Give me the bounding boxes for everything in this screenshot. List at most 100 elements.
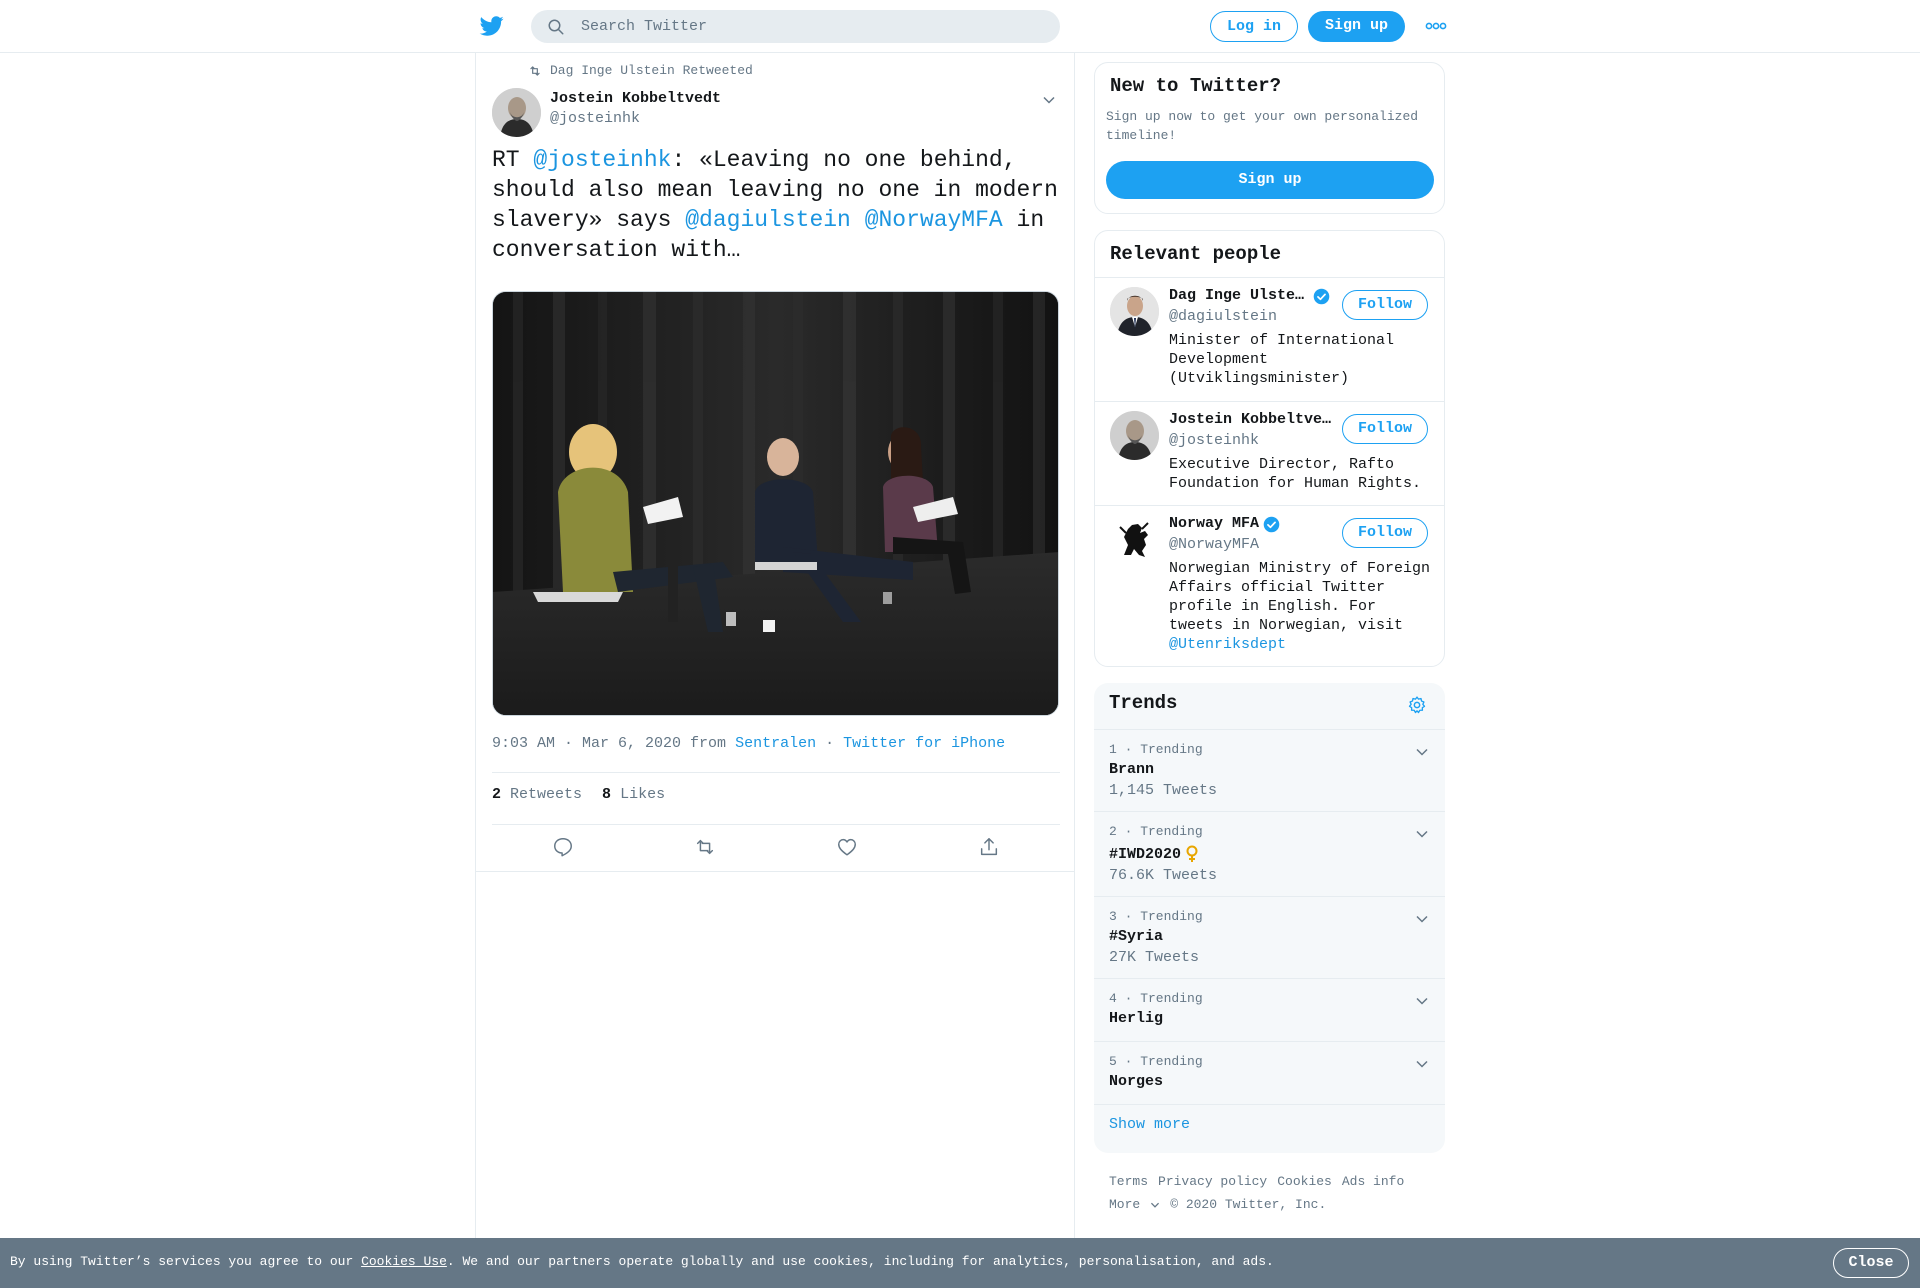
person-handle[interactable]: @NorwayMFA: [1169, 536, 1259, 553]
source-location-link[interactable]: Sentralen: [735, 735, 816, 752]
privacy-link[interactable]: Privacy policy: [1158, 1174, 1267, 1189]
terms-link[interactable]: Terms: [1109, 1174, 1148, 1189]
cookies-link[interactable]: Cookies: [1277, 1174, 1332, 1189]
chevron-down-icon[interactable]: [1042, 93, 1056, 107]
person-name[interactable]: Dag Inge Ulste…: [1169, 287, 1304, 304]
retweet-context[interactable]: Dag Inge Ulstein Retweeted: [528, 63, 753, 78]
retweets-label: Retweets: [510, 786, 583, 803]
login-button[interactable]: Log in: [1210, 11, 1298, 42]
person-handle[interactable]: @dagiulstein: [1169, 308, 1277, 325]
trend-name-text: Brann: [1109, 761, 1155, 778]
source-client-link[interactable]: Twitter for iPhone: [843, 735, 1005, 752]
signup-button[interactable]: Sign up: [1308, 11, 1405, 42]
person-avatar[interactable]: [1110, 515, 1159, 564]
chevron-down-icon[interactable]: [1415, 1057, 1429, 1071]
search-input[interactable]: [581, 10, 1041, 43]
cookie-close-button[interactable]: Close: [1833, 1248, 1909, 1278]
trend-item[interactable]: 1 · Trending Brann 1,145 Tweets: [1094, 729, 1445, 811]
more-menu[interactable]: More: [1109, 1197, 1160, 1212]
chevron-down-icon[interactable]: [1415, 994, 1429, 1008]
trend-name: Norges: [1109, 1073, 1163, 1090]
retweets-stat[interactable]: 2 Retweets: [492, 786, 582, 803]
gear-icon[interactable]: [1407, 695, 1427, 715]
relevant-people-card: Relevant people Dag Inge Ulste… @dagiuls…: [1094, 230, 1445, 667]
retweet-icon[interactable]: [694, 836, 716, 858]
person-avatar-image: [1110, 287, 1159, 336]
trends-title: Trends: [1109, 692, 1178, 714]
main-column: Dag Inge Ulstein Retweeted Jostein Kobbe…: [475, 53, 1075, 1239]
author-avatar-image: [492, 88, 541, 137]
trend-name: #Syria: [1109, 928, 1163, 945]
like-heart-icon[interactable]: [836, 836, 858, 858]
trend-meta: 2 · Trending: [1109, 824, 1203, 839]
trend-name-text: #IWD2020: [1109, 845, 1182, 863]
tweet-text-segment: [851, 207, 865, 233]
trend-item[interactable]: 4 · Trending Herlig: [1094, 978, 1445, 1041]
person-name[interactable]: Norway MFA: [1169, 515, 1259, 532]
verified-badge-icon: [1263, 516, 1280, 533]
author-handle[interactable]: @josteinhk: [550, 110, 640, 127]
person-item[interactable]: Dag Inge Ulste… @dagiulstein Follow Mini…: [1095, 277, 1444, 401]
share-icon[interactable]: [978, 836, 1000, 858]
search-icon: [548, 19, 564, 35]
follow-button[interactable]: Follow: [1342, 290, 1428, 320]
likes-count: 8: [602, 786, 612, 803]
from-label: from: [690, 735, 727, 752]
mention-link[interactable]: @josteinhk: [533, 147, 671, 173]
trend-item[interactable]: 2 · Trending #IWD2020 76.6K Tweets: [1094, 811, 1445, 896]
verified-badge-icon: [1313, 288, 1330, 305]
search-box[interactable]: [531, 10, 1060, 43]
likes-stat[interactable]: 8 Likes: [602, 786, 665, 803]
top-bar: Log in Sign up: [0, 0, 1920, 53]
new-to-twitter-card: New to Twitter? Sign up now to get your …: [1094, 62, 1445, 214]
more-options-icon[interactable]: [1425, 18, 1447, 34]
sidebar-signup-button[interactable]: Sign up: [1106, 161, 1434, 199]
mention-link[interactable]: @dagiulstein: [685, 207, 851, 233]
cookie-text-before: By using Twitter’s services you agree to…: [10, 1254, 362, 1269]
cookies-use-link[interactable]: Cookies Use: [361, 1254, 447, 1269]
reply-icon[interactable]: [552, 836, 574, 858]
trend-item[interactable]: 3 · Trending #Syria 27K Tweets: [1094, 896, 1445, 978]
tweet-timestamp[interactable]: 9:03 AM · Mar 6, 2020: [492, 735, 681, 752]
tweet-photo[interactable]: [492, 291, 1059, 716]
retweeted-by-text: Dag Inge Ulstein Retweeted: [550, 63, 753, 78]
trend-meta: 3 · Trending: [1109, 909, 1203, 924]
ads-info-link[interactable]: Ads info: [1342, 1174, 1404, 1189]
person-item[interactable]: Norway MFA @NorwayMFA Follow Norwegian M…: [1095, 505, 1444, 666]
trend-name: Brann: [1109, 761, 1154, 778]
person-bio: Minister of International Development (U…: [1169, 332, 1395, 387]
trend-count: 27K Tweets: [1109, 949, 1200, 966]
author-avatar[interactable]: [492, 88, 541, 137]
mention-link[interactable]: @NorwayMFA: [865, 207, 1003, 233]
divider: [476, 871, 1074, 872]
new-to-twitter-title: New to Twitter?: [1110, 75, 1282, 97]
trend-name: Herlig: [1109, 1010, 1163, 1027]
female-symbol-icon: [1186, 845, 1198, 862]
tweet-stats: 2 Retweets 8 Likes: [492, 786, 665, 803]
person-handle[interactable]: @josteinhk: [1169, 432, 1259, 449]
copyright-text: © 2020 Twitter, Inc.: [1170, 1197, 1327, 1212]
person-name[interactable]: Jostein Kobbeltve…: [1169, 411, 1331, 428]
trends-card: Trends 1 · Trending Brann 1,145 Tweets 2…: [1094, 683, 1445, 1153]
cookie-consent-bar: By using Twitter’s services you agree to…: [0, 1238, 1920, 1288]
follow-button[interactable]: Follow: [1342, 518, 1428, 548]
tweet-text: RT @josteinhk: «Leaving no one behind, s…: [492, 145, 1062, 265]
follow-button[interactable]: Follow: [1342, 414, 1428, 444]
person-avatar[interactable]: [1110, 411, 1159, 460]
chevron-down-icon: [1151, 1202, 1160, 1208]
chevron-down-icon[interactable]: [1415, 745, 1429, 759]
more-label: More: [1109, 1197, 1141, 1212]
chevron-down-icon[interactable]: [1415, 827, 1429, 841]
mention-link[interactable]: @Utenriksdept: [1169, 636, 1286, 653]
tweet-text-segment: RT: [492, 147, 534, 173]
twitter-bird-icon[interactable]: [479, 14, 505, 38]
retweets-count: 2: [492, 786, 502, 803]
show-more-link[interactable]: Show more: [1109, 1116, 1190, 1133]
trend-item[interactable]: 5 · Trending Norges: [1094, 1041, 1445, 1104]
person-avatar[interactable]: [1110, 287, 1159, 336]
author-name[interactable]: Jostein Kobbeltvedt: [550, 90, 721, 107]
person-item[interactable]: Jostein Kobbeltve… @josteinhk Follow Exe…: [1095, 401, 1444, 505]
trend-meta: 4 · Trending: [1109, 991, 1203, 1006]
trend-count: 76.6K Tweets: [1109, 867, 1218, 884]
chevron-down-icon[interactable]: [1415, 912, 1429, 926]
